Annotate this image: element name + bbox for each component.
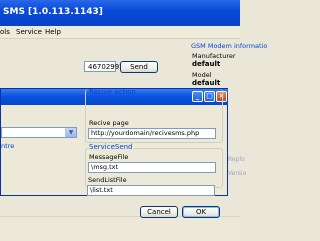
message-file-label: MessageFile xyxy=(89,153,129,161)
service-send-group-title: ServiceSend xyxy=(88,143,134,151)
sendlist-file-input[interactable]: \list.txt xyxy=(87,185,215,196)
message-file-input[interactable]: \msg.txt xyxy=(88,162,216,173)
receive-page-label: Recive page xyxy=(89,119,129,127)
send-button[interactable]: Send xyxy=(120,61,158,73)
manufacturer-value: default xyxy=(192,60,221,68)
ok-button[interactable]: OK xyxy=(182,206,220,218)
chevron-down-icon[interactable]: ▼ xyxy=(65,128,76,137)
menu-bar: ols Service Help xyxy=(0,26,240,39)
faded-background-label: Replo xyxy=(228,156,245,163)
left-combo-box[interactable]: ▼ xyxy=(1,127,77,138)
main-window-title: SMS [1.0.113.1143] xyxy=(3,7,103,17)
menu-tools[interactable]: ols xyxy=(0,28,10,36)
cancel-button[interactable]: Cancel xyxy=(140,206,178,218)
sendlist-file-label: SendListFile xyxy=(88,176,127,184)
manufacturer-label: Manufacturer xyxy=(192,52,236,60)
background-status-strip xyxy=(0,216,240,241)
receive-page-input[interactable]: http://yourdomain/recivesms.php xyxy=(88,128,216,139)
main-window-titlebar: SMS [1.0.113.1143] xyxy=(0,0,240,26)
faded-background-label: Versio xyxy=(228,170,247,177)
receive-action-group-title: Recive action xyxy=(89,88,136,96)
model-label: Model xyxy=(192,71,212,79)
phone-number-input[interactable]: 46702997770 xyxy=(84,61,137,72)
menu-service[interactable]: Service xyxy=(16,28,42,36)
menu-help[interactable]: Help xyxy=(45,28,61,36)
model-value: default xyxy=(192,79,221,87)
gsm-info-header: GSM Modem informatio xyxy=(191,42,268,50)
left-group-title: ntre xyxy=(1,142,15,150)
